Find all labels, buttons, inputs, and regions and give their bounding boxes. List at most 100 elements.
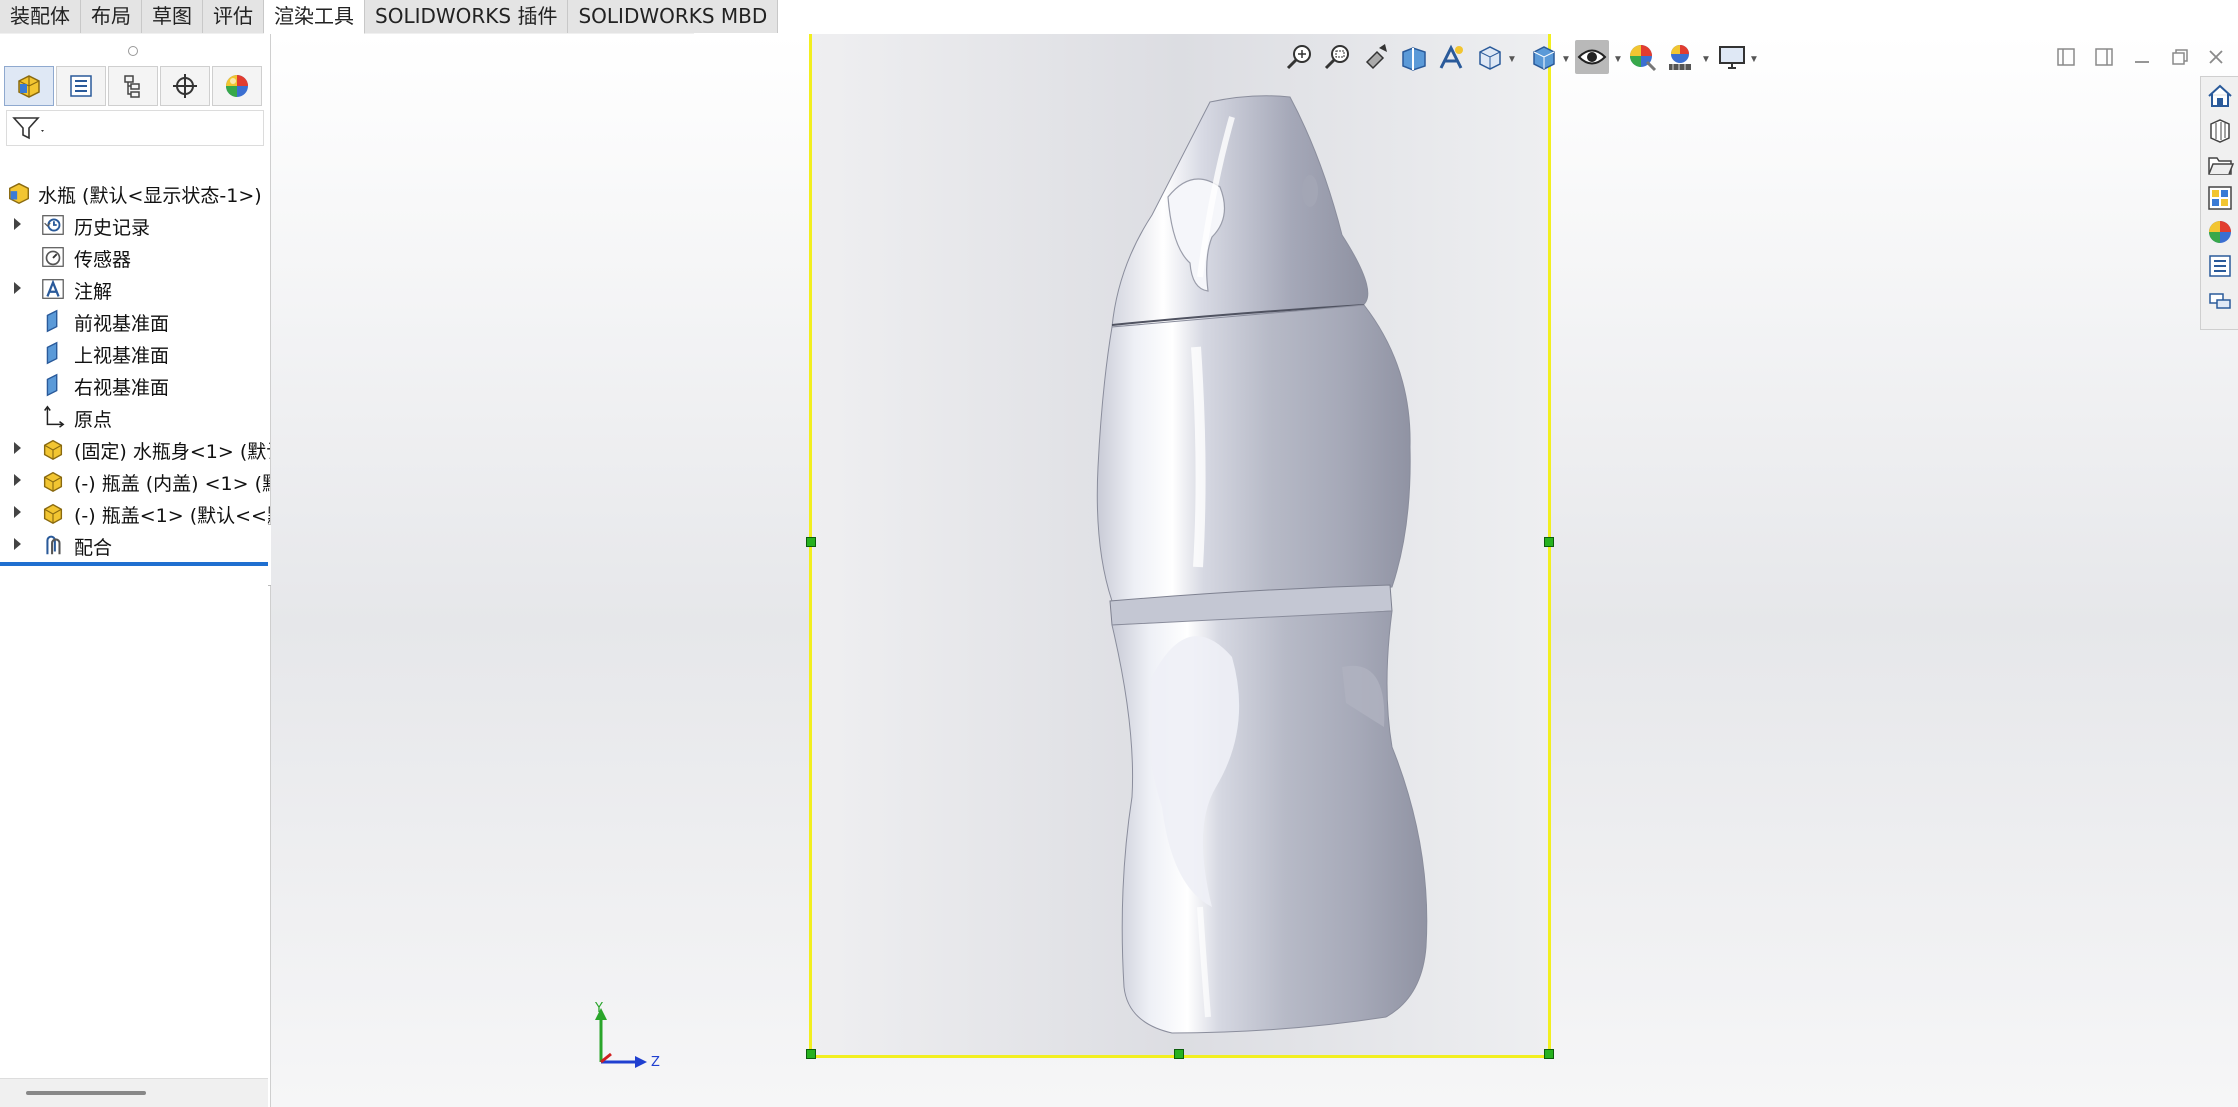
tab-evaluate[interactable]: 评估 <box>203 0 264 33</box>
expand-arrow-icon[interactable] <box>14 538 21 550</box>
expand-arrow-icon[interactable] <box>14 506 21 518</box>
view-orientation-button[interactable] <box>1473 40 1507 74</box>
tree-item-annotations[interactable]: 注解 <box>0 274 270 304</box>
chevron-down-icon[interactable]: ▼ <box>1507 54 1517 65</box>
tab-sketch[interactable]: 草图 <box>142 0 203 33</box>
tree-item-top-plane[interactable]: 上视基准面 <box>0 338 270 368</box>
property-list-icon <box>70 75 92 97</box>
property-list-icon <box>2209 255 2231 277</box>
tab-assembly[interactable]: 装配体 <box>0 0 81 33</box>
tree-item-bottle-body[interactable]: (固定) 水瓶身<1> (默认 <box>0 434 270 464</box>
appearances-scenes-tab[interactable] <box>2205 217 2235 247</box>
selection-handle[interactable] <box>806 1049 816 1059</box>
chevron-down-icon[interactable]: ▼ <box>1561 54 1571 65</box>
appearance-icon <box>1630 45 1657 72</box>
tree-item-cap[interactable]: (-) 瓶盖<1> (默认<<默认 <box>0 498 270 528</box>
selection-handle[interactable] <box>1544 537 1554 547</box>
assembly-icon <box>18 75 40 98</box>
propertymanager-tab[interactable] <box>56 66 106 106</box>
dimxpert-tab[interactable] <box>160 66 210 106</box>
apply-scene-button[interactable] <box>1663 40 1697 74</box>
selection-box <box>806 34 1554 1059</box>
tab-solidworks-addins[interactable]: SOLIDWORKS 插件 <box>365 0 569 33</box>
edit-appearance-button[interactable] <box>1625 40 1659 74</box>
scene-icon <box>1669 45 1691 70</box>
expand-arrow-icon[interactable] <box>14 282 21 294</box>
cap-shape <box>1111 95 1369 328</box>
appearance-sphere-icon <box>226 75 248 97</box>
horizontal-scrollbar[interactable] <box>0 1078 268 1107</box>
rollback-bar[interactable] <box>0 562 268 566</box>
chevron-down-icon[interactable]: ▼ <box>1749 54 1759 65</box>
reference-triad: Y Z <box>594 1002 660 1070</box>
bottle-model[interactable] <box>812 34 1548 1055</box>
tree-root-label: 水瓶 (默认<显示状态-1>) <box>38 185 262 207</box>
tree-item-mates[interactable]: 配合 <box>0 530 270 560</box>
tree-item-label: (-) 瓶盖 (内盖) <1> (默 <box>74 473 270 495</box>
appearance-sphere-icon <box>2209 221 2231 243</box>
close-icon <box>2209 50 2223 64</box>
tree-filter <box>6 110 264 146</box>
custom-properties-tab[interactable] <box>2205 251 2235 281</box>
tile-left-button[interactable] <box>2053 44 2079 70</box>
selection-handle[interactable] <box>1544 1049 1554 1059</box>
tree-item-right-plane[interactable]: 右视基准面 <box>0 370 270 400</box>
tab-render-tools[interactable]: 渲染工具 <box>264 0 365 34</box>
upper-body-shape <box>1096 304 1411 602</box>
display-manager-tab[interactable] <box>212 66 262 106</box>
minimize-button[interactable] <box>2129 44 2155 70</box>
history-icon <box>42 215 64 235</box>
file-explorer-tab[interactable] <box>2205 149 2235 179</box>
plane-icon <box>46 309 58 333</box>
tree-item-sensors[interactable]: 传感器 <box>0 242 270 272</box>
graphics-area[interactable]: ▼ ▼ ▼ ▼ ▼ Y Z <box>271 34 2238 1107</box>
expand-arrow-icon[interactable] <box>14 474 21 486</box>
tree-root-assembly[interactable]: 水瓶 (默认<显示状态-1>) <box>0 178 270 208</box>
zoom-area-icon <box>1324 45 1349 70</box>
featuremanager-tab[interactable] <box>4 66 54 106</box>
dynamic-annotation-button[interactable] <box>1435 40 1469 74</box>
tab-layout[interactable]: 布局 <box>81 0 142 33</box>
tree-item-inner-cap[interactable]: (-) 瓶盖 (内盖) <1> (默 <box>0 466 270 496</box>
selection-handle[interactable] <box>806 537 816 547</box>
display-style-icon <box>1533 46 1555 70</box>
part-icon <box>43 439 63 461</box>
tree-item-history[interactable]: 历史记录 <box>0 210 270 240</box>
chevron-down-icon[interactable]: ▼ <box>1613 54 1623 65</box>
close-button[interactable] <box>2203 44 2229 70</box>
panel-grip-handle[interactable] <box>128 46 138 56</box>
tree-item-front-plane[interactable]: 前视基准面 <box>0 306 270 336</box>
forum-tab[interactable] <box>2205 287 2235 317</box>
configuration-icon <box>124 75 140 98</box>
tab-solidworks-mbd[interactable]: SOLIDWORKS MBD <box>568 0 779 33</box>
previous-view-button[interactable] <box>1359 40 1393 74</box>
zoom-to-area-button[interactable] <box>1321 40 1355 74</box>
section-view-icon <box>1402 47 1426 71</box>
solidworks-resources-tab[interactable] <box>2205 81 2235 111</box>
design-library-tab[interactable] <box>2205 115 2235 145</box>
zoom-fit-icon <box>1286 45 1311 70</box>
configurationmanager-tab[interactable] <box>108 66 158 106</box>
tree-item-origin[interactable]: 原点 <box>0 402 270 432</box>
expand-arrow-icon[interactable] <box>14 442 21 454</box>
selection-handle[interactable] <box>1174 1049 1184 1059</box>
view-palette-tab[interactable] <box>2205 183 2235 213</box>
hide-show-items-button[interactable] <box>1575 40 1609 74</box>
origin-icon <box>44 405 65 428</box>
display-style-button[interactable] <box>1527 40 1561 74</box>
folder-icon <box>2208 157 2234 175</box>
tree-item-label: 历史记录 <box>74 217 151 239</box>
section-view-button[interactable] <box>1397 40 1431 74</box>
zoom-to-fit-button[interactable] <box>1283 40 1317 74</box>
filter-icon[interactable] <box>11 115 47 143</box>
view-settings-button[interactable] <box>1715 40 1749 74</box>
chevron-down-icon[interactable]: ▼ <box>1701 54 1711 65</box>
expand-arrow-icon[interactable] <box>14 218 21 230</box>
plane-icon <box>46 373 58 397</box>
feature-manager-panel: 水瓶 (默认<显示状态-1>) 历史记录 传感器 注解 前视基准面 上视基准面 … <box>0 34 271 1107</box>
restore-button[interactable] <box>2167 44 2193 70</box>
view-palette-icon <box>2208 186 2232 210</box>
tree-item-label: (-) 瓶盖<1> (默认<<默认 <box>74 505 270 527</box>
tile-right-button[interactable] <box>2091 44 2117 70</box>
scrollbar-thumb[interactable] <box>26 1091 146 1095</box>
